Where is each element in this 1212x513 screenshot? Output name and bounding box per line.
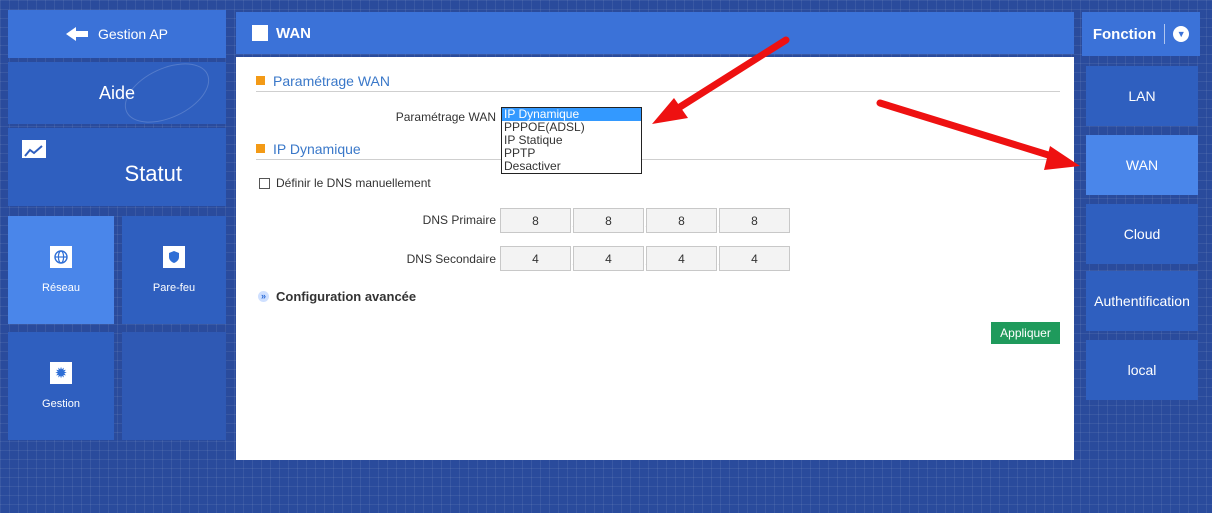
nav-item-label: Authentification xyxy=(1094,293,1190,309)
nav-item-authentification[interactable]: Authentification xyxy=(1086,271,1198,331)
aide-tile[interactable]: Aide xyxy=(8,62,226,124)
dns-secondary-octet-4[interactable]: 4 xyxy=(719,246,790,271)
page-header: WAN xyxy=(236,12,1074,54)
dns-secondary-label: DNS Secondaire xyxy=(406,252,496,266)
nav-item-local[interactable]: local xyxy=(1086,340,1198,400)
dropdown-option[interactable]: Desactiver xyxy=(502,160,641,173)
reseau-tile[interactable]: Réseau xyxy=(8,216,114,324)
apply-button[interactable]: Appliquer xyxy=(991,322,1060,344)
gestion-tile[interactable]: ✹ Gestion xyxy=(8,332,114,440)
statut-tile[interactable]: Statut xyxy=(8,128,226,206)
empty-tile xyxy=(122,332,226,440)
section-header-ip: IP Dynamique xyxy=(256,138,1060,160)
section-header-wan: Paramétrage WAN xyxy=(256,70,1060,92)
parefeu-tile[interactable]: Pare-feu xyxy=(122,216,226,324)
nav-item-cloud[interactable]: Cloud xyxy=(1086,204,1198,264)
shield-icon xyxy=(163,246,185,268)
double-chevron-down-icon: » xyxy=(258,291,269,302)
nav-item-lan[interactable]: LAN xyxy=(1086,66,1198,126)
nav-item-label: LAN xyxy=(1128,88,1156,104)
gestion-label: Gestion xyxy=(42,398,80,410)
dns-secondary-octet-1[interactable]: 4 xyxy=(500,246,571,271)
nav-item-label: WAN xyxy=(1125,157,1159,173)
square-icon xyxy=(252,25,268,41)
advanced-config-toggle[interactable]: » Configuration avancée xyxy=(258,289,416,304)
section-title-wan: Paramétrage WAN xyxy=(273,72,390,89)
chart-icon xyxy=(22,140,46,158)
fonction-label: Fonction xyxy=(1092,25,1157,43)
dns-manual-label: Définir le DNS manuellement xyxy=(276,176,431,190)
gear-icon: ✹ xyxy=(50,362,72,384)
wan-settings-panel: Paramétrage WAN Paramétrage WAN IP Dynam… xyxy=(236,57,1074,460)
back-arrow-icon xyxy=(65,27,88,41)
wan-mode-label: Paramétrage WAN xyxy=(395,110,496,124)
gestion-ap-back-button[interactable]: Gestion AP xyxy=(8,10,226,58)
dns-manual-row[interactable]: Définir le DNS manuellement xyxy=(259,176,431,190)
nav-item-label: Cloud xyxy=(1123,226,1161,242)
dns-primary-octet-1[interactable]: 8 xyxy=(500,208,571,233)
orange-square-icon xyxy=(256,76,265,85)
globe-icon xyxy=(50,246,72,268)
parefeu-label: Pare-feu xyxy=(152,282,196,294)
back-label: Gestion AP xyxy=(97,26,169,42)
dns-primary-label: DNS Primaire xyxy=(422,213,496,227)
page-title: WAN xyxy=(276,24,311,42)
chevron-down-icon: ▼ xyxy=(1173,26,1190,42)
reseau-label: Réseau xyxy=(42,282,80,294)
wan-mode-dropdown[interactable]: IP Dynamique PPPOE(ADSL) IP Statique PPT… xyxy=(501,107,642,174)
dns-secondary-octet-3[interactable]: 4 xyxy=(646,246,717,271)
nav-item-wan[interactable]: WAN xyxy=(1086,135,1198,195)
header-divider xyxy=(1164,24,1166,44)
decorative-swirl-icon xyxy=(115,62,219,124)
dns-primary-octet-3[interactable]: 8 xyxy=(646,208,717,233)
statut-label: Statut xyxy=(124,161,182,186)
dns-primary-octet-2[interactable]: 8 xyxy=(573,208,644,233)
orange-square-icon xyxy=(256,144,265,153)
dns-primary-octet-4[interactable]: 8 xyxy=(719,208,790,233)
fonction-header[interactable]: Fonction ▼ xyxy=(1082,12,1200,56)
dns-manual-checkbox[interactable] xyxy=(259,177,270,189)
nav-item-label: local xyxy=(1127,362,1157,378)
advanced-config-label: Configuration avancée xyxy=(276,289,417,304)
dns-secondary-octet-2[interactable]: 4 xyxy=(573,246,644,271)
section-title-ip: IP Dynamique xyxy=(273,140,361,157)
